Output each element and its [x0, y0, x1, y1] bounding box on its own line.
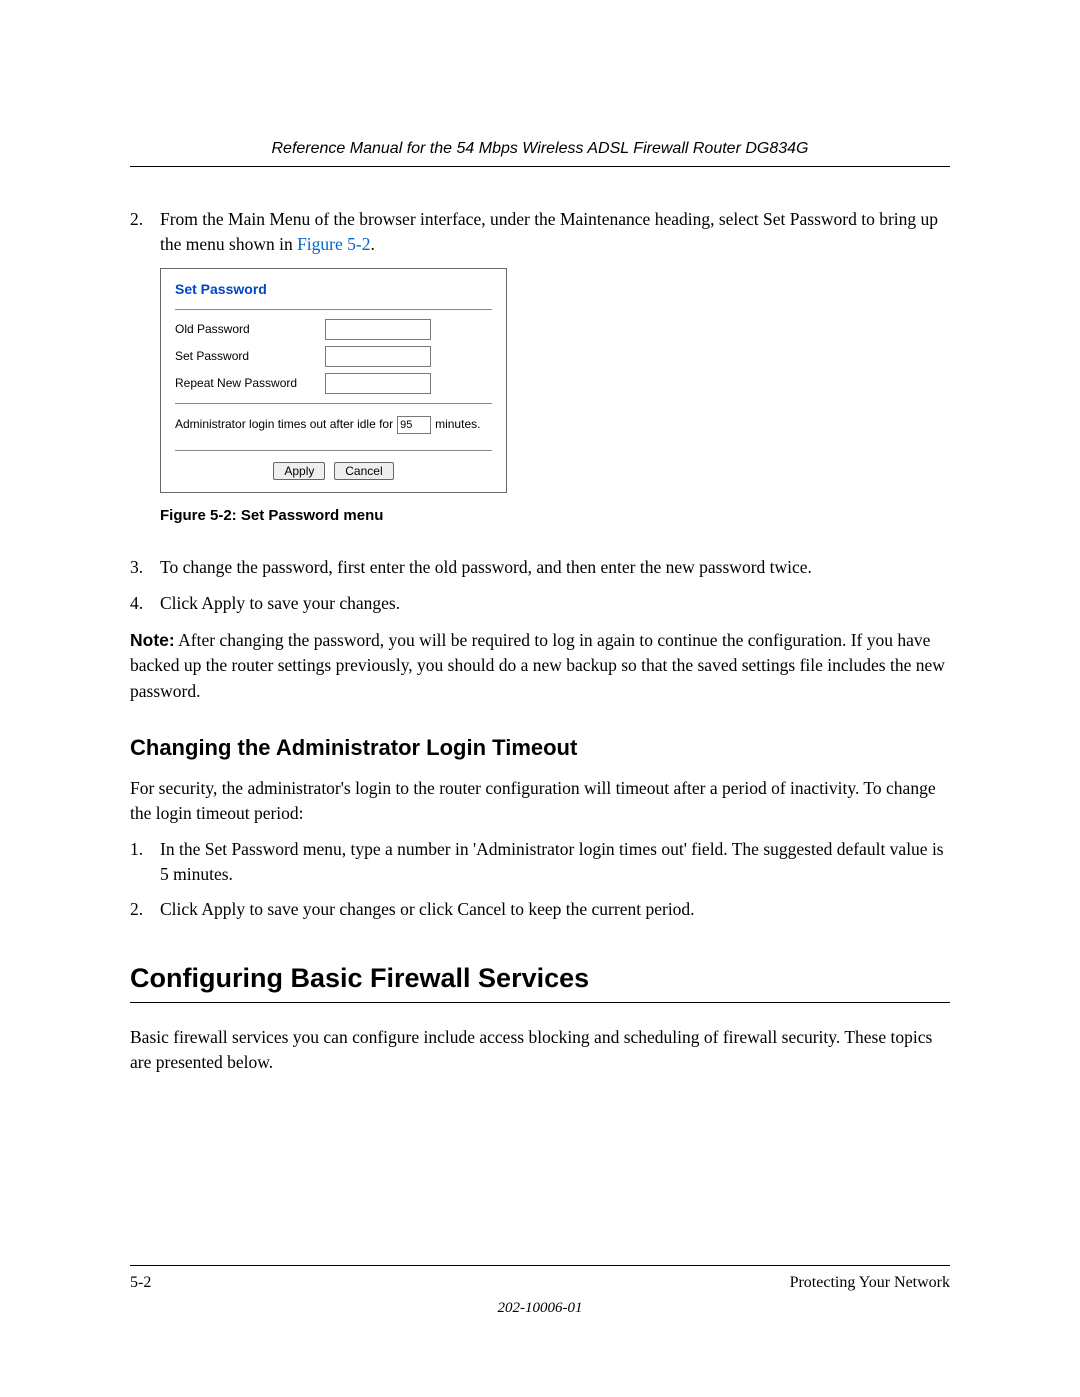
figure-caption: Figure 5-2: Set Password menu	[160, 505, 950, 527]
note-label: Note:	[130, 630, 175, 650]
figure-divider-2	[175, 403, 492, 404]
list-content: In the Set Password menu, type a number …	[160, 837, 950, 888]
note-text: After changing the password, you will be…	[130, 630, 945, 701]
list-content: From the Main Menu of the browser interf…	[160, 207, 950, 258]
repeat-password-label: Repeat New Password	[175, 375, 325, 392]
figure-xref[interactable]: Figure 5-2	[297, 234, 370, 254]
list-number: 2.	[130, 207, 160, 258]
list-content: Click Apply to save your changes.	[160, 591, 950, 616]
step2-text-b: .	[370, 234, 374, 254]
step-4: 4. Click Apply to save your changes.	[130, 591, 950, 616]
set-password-input[interactable]	[325, 346, 431, 367]
list-number: 1.	[130, 837, 160, 888]
body-content: 2. From the Main Menu of the browser int…	[130, 207, 950, 1076]
page-header: Reference Manual for the 54 Mbps Wireles…	[130, 140, 950, 167]
repeat-password-input[interactable]	[325, 373, 431, 394]
section-title: Protecting Your Network	[790, 1274, 950, 1292]
page-number: 5-2	[130, 1274, 151, 1292]
footer-rule	[130, 1265, 950, 1266]
list-number: 3.	[130, 555, 160, 580]
timeout-step-2: 2. Click Apply to save your changes or c…	[130, 897, 950, 922]
set-password-label: Set Password	[175, 348, 325, 365]
header-rule	[130, 166, 950, 167]
list-number: 4.	[130, 591, 160, 616]
heading-firewall: Configuring Basic Firewall Services	[130, 959, 950, 998]
step-2: 2. From the Main Menu of the browser int…	[130, 207, 950, 258]
old-password-row: Old Password	[161, 316, 506, 343]
timeout-step-1: 1. In the Set Password menu, type a numb…	[130, 837, 950, 888]
repeat-password-row: Repeat New Password	[161, 370, 506, 397]
list-content: Click Apply to save your changes or clic…	[160, 897, 950, 922]
idle-text-a: Administrator login times out after idle…	[175, 416, 393, 433]
old-password-label: Old Password	[175, 321, 325, 338]
idle-timeout-row: Administrator login times out after idle…	[161, 410, 506, 444]
figure-divider-3	[175, 450, 492, 451]
step-3: 3. To change the password, first enter t…	[130, 555, 950, 580]
set-password-figure: Set Password Old Password Set Password R…	[160, 268, 507, 494]
note-paragraph: Note: After changing the password, you w…	[130, 628, 950, 704]
figure-buttons: Apply Cancel	[161, 457, 506, 492]
apply-button[interactable]: Apply	[273, 462, 325, 480]
page-footer: 5-2 Protecting Your Network 202-10006-01	[130, 1265, 950, 1317]
step2-text-a: From the Main Menu of the browser interf…	[160, 209, 938, 254]
idle-text-b: minutes.	[435, 416, 480, 433]
figure-divider	[175, 309, 492, 310]
old-password-input[interactable]	[325, 319, 431, 340]
cancel-button[interactable]: Cancel	[334, 462, 393, 480]
firewall-intro: Basic firewall services you can configur…	[130, 1025, 950, 1076]
document-number: 202-10006-01	[130, 1300, 950, 1317]
timeout-intro: For security, the administrator's login …	[130, 776, 950, 827]
set-password-row: Set Password	[161, 343, 506, 370]
list-number: 2.	[130, 897, 160, 922]
idle-minutes-input[interactable]	[397, 416, 431, 434]
header-title: Reference Manual for the 54 Mbps Wireles…	[130, 140, 950, 158]
heading-timeout: Changing the Administrator Login Timeout	[130, 732, 950, 764]
figure-title: Set Password	[161, 269, 506, 303]
list-content: To change the password, first enter the …	[160, 555, 950, 580]
heading-rule	[130, 1002, 950, 1003]
